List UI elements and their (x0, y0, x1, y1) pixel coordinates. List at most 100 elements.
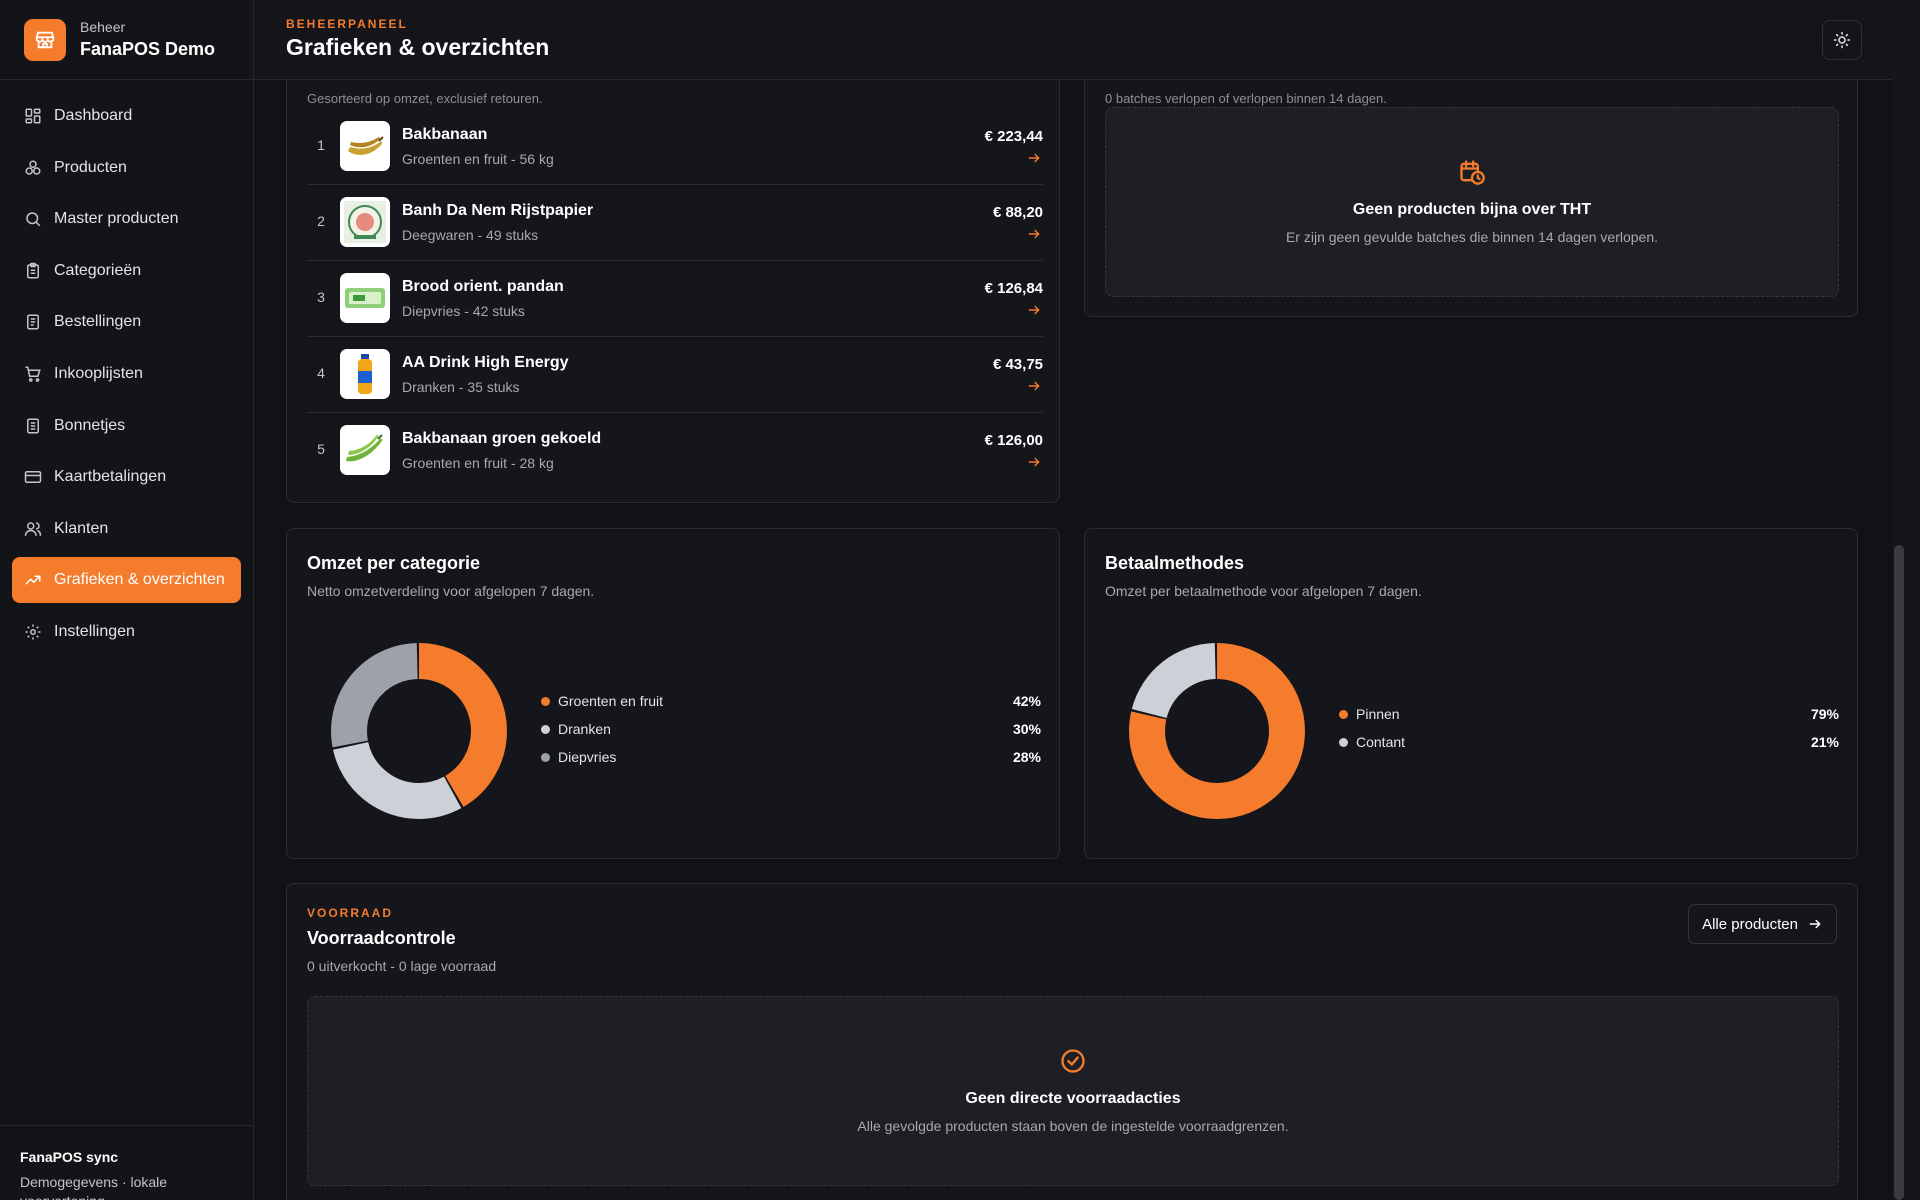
payment-legend: Pinnen 79% Contant 21% (1339, 705, 1839, 761)
product-rank: 4 (317, 365, 325, 381)
gear-icon (25, 624, 41, 640)
nav-item-bonnetjes[interactable]: Bonnetjes (12, 403, 241, 449)
product-name: Brood orient. pandan (402, 278, 564, 295)
store-icon (24, 18, 66, 61)
product-image-plantain (340, 121, 390, 171)
product-price: € 126,00 (984, 432, 1043, 449)
legend-value: 79% (1810, 706, 1839, 722)
nav-label: Producten (54, 158, 127, 176)
category-revenue-title: Omzet per categorie (307, 553, 481, 573)
document-icon (27, 314, 39, 330)
nav-label: Inkooplijsten (54, 364, 143, 382)
category-revenue-subtitle: Netto omzetverdeling voor afgelopen 7 da… (307, 583, 595, 599)
scrollbar-thumb[interactable] (1894, 545, 1904, 1200)
legend-item: Contant 21% (1339, 733, 1839, 761)
stock-subtitle: 0 uitverkocht - 0 lage voorraad (307, 958, 497, 974)
product-row[interactable]: 3 Brood orient. pandan Diepvries - 42 st… (307, 261, 1043, 337)
stock-control-card: VOORRAAD Voorraadcontrole 0 uitverkocht … (286, 883, 1858, 1200)
nav-label: Klanten (54, 519, 109, 537)
sync-text: Demogegevens · lokale voorvertoning (20, 1174, 168, 1200)
nav-label: Bonnetjes (54, 416, 126, 434)
nav-item-grafieken[interactable]: Grafieken & overzichten (12, 557, 241, 604)
all-products-button[interactable]: Alle producten (1688, 904, 1837, 944)
legend-name: Dranken (558, 721, 611, 737)
product-price: € 88,20 (992, 204, 1043, 221)
arrow-right-icon (1028, 305, 1040, 315)
product-image-rice-paper (340, 197, 390, 247)
nav-item-bestellingen[interactable]: Bestellingen (12, 299, 241, 345)
cart-icon (25, 366, 41, 382)
legend-value: 42% (1012, 693, 1041, 709)
product-rank: 3 (317, 289, 325, 305)
product-rank: 1 (317, 137, 325, 153)
legend-name: Pinnen (1356, 706, 1400, 722)
product-rank: 5 (317, 441, 325, 457)
arrow-right-icon (1028, 381, 1040, 391)
product-row[interactable]: 4 AA Drink High Energy Dranken - 35 stuk… (307, 337, 1043, 413)
product-price: € 223,44 (984, 128, 1043, 145)
legend-value: 28% (1012, 749, 1041, 765)
product-row[interactable]: 1 Bakbanaan Groenten en fruit - 56 kg € … (307, 109, 1043, 185)
product-row[interactable]: 2 Banh Da Nem Rijstpapier Deegwaren - 49… (307, 185, 1043, 261)
nav-label: Dashboard (54, 107, 133, 124)
product-image-energy-drink (340, 349, 390, 399)
stock-empty-text: Alle gevolgde producten staan boven de i… (857, 1118, 1289, 1134)
check-circle-icon (1061, 1049, 1085, 1073)
credit-card-icon (24, 471, 42, 484)
nav-label: Grafieken & overzichten (54, 571, 225, 589)
product-meta: Dranken - 35 stuks (402, 379, 520, 395)
calendar-clock-icon (1460, 160, 1485, 185)
legend-dot (541, 753, 550, 762)
payment-methods-card: Betaalmethodes Omzet per betaalmethode v… (1084, 528, 1858, 859)
legend-value: 30% (1012, 721, 1041, 737)
legend-dot (1339, 738, 1348, 747)
product-meta: Deegwaren - 49 stuks (402, 227, 539, 243)
legend-item: Diepvries 28% (541, 748, 1041, 776)
nav-item-dashboard[interactable]: Dashboard (12, 93, 241, 139)
nav-item-categorieen[interactable]: Categorieën (12, 248, 241, 294)
product-image-pandan-bread (340, 273, 390, 323)
product-row[interactable]: 5 Bakbanaan groen gekoeld Groenten en fr… (307, 413, 1043, 489)
expiry-subtitle: 0 batches verlopen of verlopen binnen 14… (1105, 91, 1387, 106)
legend-name: Diepvries (558, 749, 617, 765)
top-products-subtitle: Gesorteerd op omzet, exclusief retouren. (307, 91, 543, 106)
top-products-card: Gesorteerd op omzet, exclusief retouren.… (286, 20, 1060, 503)
nav-item-klanten[interactable]: Klanten (12, 506, 241, 552)
product-image-green-plantain (340, 425, 390, 475)
product-meta: Diepvries - 42 stuks (402, 303, 525, 319)
dashboard-icon (25, 108, 41, 124)
legend-item: Dranken 30% (541, 720, 1041, 748)
nav-item-master-producten[interactable]: Master producten (12, 196, 241, 242)
nav-label: Instellingen (54, 622, 135, 640)
main-nav: Dashboard Producten Master producten Cat… (0, 80, 253, 655)
payment-donut-chart (1129, 643, 1305, 819)
legend-dot (1339, 710, 1348, 719)
nav-item-kaartbetalingen[interactable]: Kaartbetalingen (12, 454, 241, 500)
nav-item-producten[interactable]: Producten (12, 145, 241, 191)
category-donut-chart (331, 643, 507, 819)
sync-title: FanaPOS sync (20, 1149, 119, 1165)
arrow-right-icon (1028, 229, 1040, 239)
nav-item-instellingen[interactable]: Instellingen (12, 609, 241, 655)
brand[interactable]: Beheer FanaPOS Demo (0, 0, 253, 80)
expiry-empty-text: Er zijn geen gevulde batches die binnen … (1285, 229, 1659, 245)
users-icon (24, 522, 42, 536)
stock-empty-state: Geen directe voorraadacties Alle gevolgd… (307, 996, 1839, 1186)
nav-item-inkooplijsten[interactable]: Inkooplijsten (12, 351, 241, 397)
theme-toggle-button[interactable] (1822, 20, 1862, 60)
product-price: € 43,75 (992, 356, 1043, 373)
product-name: AA Drink High Energy (402, 354, 569, 371)
product-rank: 2 (317, 213, 325, 229)
category-revenue-card: Omzet per categorie Netto omzetverdeling… (286, 528, 1060, 859)
category-legend: Groenten en fruit 42% Dranken 30% Diepvr… (541, 692, 1041, 776)
boxes-icon (25, 160, 41, 175)
sync-status: FanaPOS sync Demogegevens · lokale voorv… (0, 1125, 254, 1200)
receipt-icon (27, 418, 39, 434)
stock-title: Voorraadcontrole (307, 928, 456, 948)
legend-value: 21% (1810, 734, 1839, 750)
arrow-right-icon (1028, 457, 1040, 467)
nav-label: Bestellingen (54, 313, 142, 331)
brand-subtitle: Beheer (80, 19, 126, 35)
trending-up-icon (25, 575, 41, 585)
legend-item: Pinnen 79% (1339, 705, 1839, 733)
